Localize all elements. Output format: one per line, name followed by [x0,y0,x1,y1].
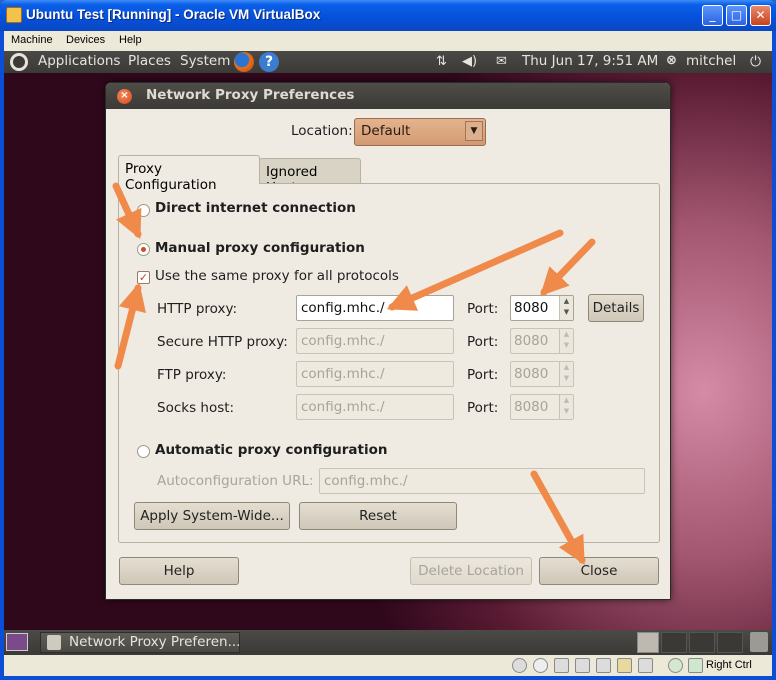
network-adapter-icon[interactable] [596,658,611,673]
clock[interactable]: Thu Jun 17, 9:51 AM [522,53,658,69]
help-icon[interactable]: ? [259,52,279,72]
ftp-port-spinner[interactable]: 8080 ▲ ▼ [510,361,574,387]
gnome-bottom-panel: Network Proxy Preferen... [4,630,772,655]
dialog-close-icon[interactable]: × [117,89,132,104]
ftp-port-value: 8080 [514,366,549,382]
manual-radio[interactable] [137,243,150,256]
show-desktop-icon[interactable] [6,633,28,651]
tab-proxy-configuration[interactable]: Proxy Configuration [118,155,260,193]
proxy-config-panel: Direct internet connection Manual proxy … [118,183,660,543]
taskbar-network-proxy[interactable]: Network Proxy Preferen... [40,632,240,653]
auto-label[interactable]: Automatic proxy configuration [155,442,387,458]
menu-help[interactable]: Help [119,34,142,46]
cd-rom-icon[interactable] [533,658,548,673]
hard-disk-icon[interactable] [512,658,527,673]
shared-folders-icon[interactable] [617,658,632,673]
tab-ignored-hosts[interactable]: Ignored Hosts [259,158,361,196]
menu-machine[interactable]: Machine [11,34,53,46]
window-title: Ubuntu Test [Running] - Oracle VM Virtua… [26,7,321,22]
dialog-title: Network Proxy Preferences [146,87,355,103]
location-value: Default [361,123,411,139]
secure-port-spinner[interactable]: 8080 ▲ ▼ [510,328,574,354]
direct-label[interactable]: Direct internet connection [155,200,356,216]
minimize-button[interactable]: _ [702,5,723,26]
autoconfig-url-input[interactable]: config.mhc./ [319,468,645,494]
secure-port-value: 8080 [514,333,549,349]
vbox-menubar: Machine Devices Help [4,31,772,51]
close-button[interactable]: Close [539,557,659,585]
secure-port-label: Port: [467,334,499,350]
chevron-down-icon: ▼ [465,121,483,141]
http-proxy-label: HTTP proxy: [157,301,238,317]
workspace-1[interactable] [637,632,659,653]
title-bar[interactable]: Ubuntu Test [Running] - Oracle VM Virtua… [0,0,776,31]
location-combo[interactable]: Default ▼ [354,118,486,146]
ubuntu-logo-icon[interactable] [10,53,28,71]
virtualization-icon[interactable] [638,658,653,673]
reset-button[interactable]: Reset [299,502,457,530]
gnome-top-panel: Applications Places System ? ⇅ ◀) ✉ Thu … [4,51,772,73]
same-proxy-label[interactable]: Use the same proxy for all protocols [155,268,399,284]
workspace-2[interactable] [661,632,687,653]
network-proxy-dialog: × Network Proxy Preferences Location: De… [105,82,671,600]
details-button[interactable]: Details [588,294,644,322]
keyboard-capture-icon[interactable] [688,658,703,673]
socks-port-spinner[interactable]: 8080 ▲ ▼ [510,394,574,420]
spin-arrows-icon[interactable]: ▲ ▼ [559,362,573,386]
host-key-label: Right Ctrl [706,659,752,671]
network-proxy-task-icon [47,635,61,650]
dialog-title-bar[interactable]: × Network Proxy Preferences [106,83,670,109]
spin-arrows-icon[interactable]: ▲ ▼ [559,329,573,353]
floppy-icon[interactable] [554,658,569,673]
maximize-button[interactable]: □ [726,5,747,26]
autoconfig-label: Autoconfiguration URL: [157,473,314,489]
close-window-button[interactable]: ✕ [750,5,771,26]
spin-arrows-icon[interactable]: ▲ ▼ [559,395,573,419]
menu-system[interactable]: System [180,53,230,69]
user-name[interactable]: mitchel [686,53,736,69]
menu-places[interactable]: Places [128,53,171,69]
task-label: Network Proxy Preferen... [69,634,241,650]
delete-location-button[interactable]: Delete Location [410,557,532,585]
vbox-statusbar: Right Ctrl [4,655,772,676]
http-port-value: 8080 [514,300,549,316]
menu-devices[interactable]: Devices [66,34,105,46]
virtualbox-app-icon [6,7,22,23]
volume-icon[interactable]: ◀) [462,54,477,69]
socks-host-label: Socks host: [157,400,235,416]
trash-icon[interactable] [750,632,768,652]
apply-system-wide-button[interactable]: Apply System-Wide... [134,502,290,530]
power-icon[interactable]: ⏻ [750,54,761,70]
socks-host-input[interactable]: config.mhc./ [296,394,454,420]
socks-port-value: 8080 [514,399,549,415]
workspace-4[interactable] [717,632,743,653]
same-proxy-checkbox[interactable]: ✓ [137,271,150,284]
http-port-label: Port: [467,301,499,317]
usb-icon[interactable] [575,658,590,673]
mail-icon[interactable]: ✉ [496,54,507,69]
manual-label[interactable]: Manual proxy configuration [155,240,365,256]
socks-port-label: Port: [467,400,499,416]
ftp-port-label: Port: [467,367,499,383]
location-label: Location: [291,123,353,139]
menu-applications[interactable]: Applications [38,53,120,69]
workspace-3[interactable] [689,632,715,653]
user-status-icon: ⊗ [666,53,677,68]
tab-label: Proxy Configuration [125,161,217,193]
network-icon[interactable]: ⇅ [436,54,447,69]
secure-http-input[interactable]: config.mhc./ [296,328,454,354]
help-button[interactable]: Help [119,557,239,585]
spin-arrows-icon[interactable]: ▲ ▼ [559,296,573,320]
mouse-integration-icon[interactable] [668,658,683,673]
guest-screen[interactable]: Applications Places System ? ⇅ ◀) ✉ Thu … [4,51,772,655]
http-port-spinner[interactable]: 8080 ▲ ▼ [510,295,574,321]
firefox-icon[interactable] [234,52,254,72]
auto-radio[interactable] [137,445,150,458]
ftp-proxy-label: FTP proxy: [157,367,227,383]
direct-radio[interactable] [137,204,150,217]
http-proxy-input[interactable]: config.mhc./ [296,295,454,321]
secure-http-label: Secure HTTP proxy: [157,334,288,350]
virtualbox-window: Ubuntu Test [Running] - Oracle VM Virtua… [0,0,776,680]
ftp-proxy-input[interactable]: config.mhc./ [296,361,454,387]
